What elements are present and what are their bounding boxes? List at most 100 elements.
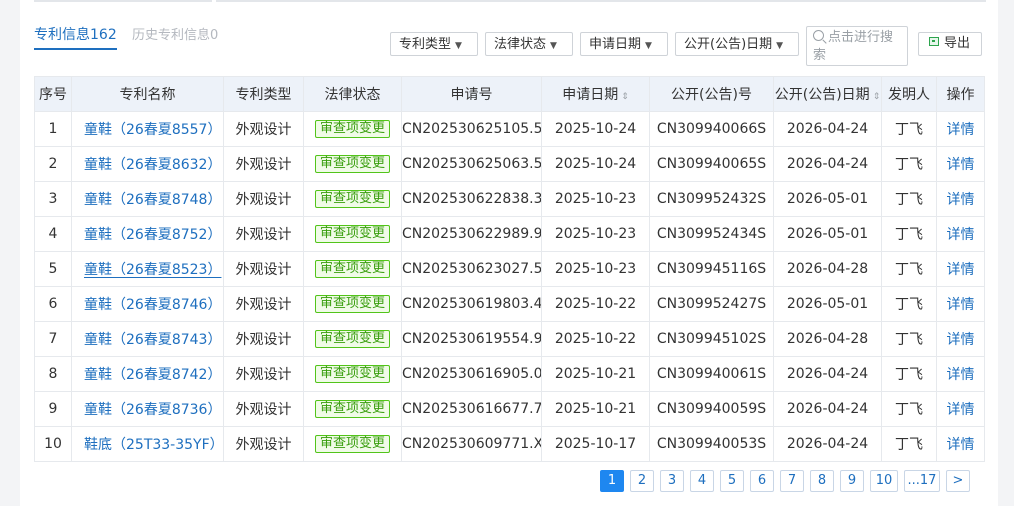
- page-button-4[interactable]: 4: [690, 470, 714, 492]
- detail-link[interactable]: 详情: [947, 262, 975, 278]
- patent-name-link[interactable]: 童鞋（26春夏8752）: [84, 227, 221, 243]
- table-row: 6 童鞋（26春夏8746） 外观设计 审查项变更 CN202530619803.4 20…: [34, 286, 985, 322]
- cell-application-date: 2025-10-23: [541, 216, 650, 252]
- header-pub-date[interactable]: 公开(公告)日期 ⇕: [773, 76, 882, 112]
- cell-patent-name-link: 童鞋（26春夏8557）: [71, 111, 224, 147]
- cell-inventor: 丁飞: [881, 321, 937, 357]
- cell-application-date: 2025-10-24: [541, 146, 650, 182]
- patent-name-link[interactable]: 童鞋（26春夏8748）: [84, 192, 221, 208]
- page-button-7[interactable]: 7: [780, 470, 804, 492]
- page-button-6[interactable]: 6: [750, 470, 774, 492]
- page-button-9[interactable]: 9: [840, 470, 864, 492]
- cell-publication-date: 2026-05-01: [773, 286, 882, 322]
- cell-publication-number: CN309940061S: [649, 356, 774, 392]
- status-badge: 审查项变更: [314, 190, 390, 208]
- cell-patent-type: 外观设计: [223, 216, 304, 252]
- detail-link[interactable]: 详情: [947, 192, 975, 208]
- header-app-date[interactable]: 申请日期 ⇕: [541, 76, 650, 112]
- header-inventor: 发明人: [881, 76, 937, 112]
- header-app-date-label: 申请日期: [562, 87, 619, 103]
- table-row: 3 童鞋（26春夏8748） 外观设计 审查项变更 CN202530622838.3 20…: [34, 181, 985, 217]
- detail-link[interactable]: 详情: [947, 227, 975, 243]
- patent-name-link[interactable]: 童鞋（26春夏8736）: [84, 402, 221, 418]
- cell-row-index: 3: [34, 181, 72, 217]
- patent-name-link[interactable]: 鞋底（25T33-35YF）: [84, 437, 223, 453]
- cell-patent-name-link: 童鞋（26春夏8742）: [71, 356, 224, 392]
- cell-detail-link: 详情: [936, 181, 985, 217]
- cell-inventor: 丁飞: [881, 391, 937, 427]
- detail-link[interactable]: 详情: [947, 437, 975, 453]
- cell-detail-link: 详情: [936, 286, 985, 322]
- page-button-8[interactable]: 8: [810, 470, 834, 492]
- cell-inventor: 丁飞: [881, 251, 937, 287]
- search-input[interactable]: 点击进行搜索: [806, 26, 908, 66]
- status-badge: 审查项变更: [314, 400, 390, 418]
- patent-name-link[interactable]: 童鞋（26春夏8632）: [84, 157, 221, 173]
- next-page-button[interactable]: >: [946, 470, 970, 492]
- tab-patent-info[interactable]: 专利信息162: [34, 24, 117, 50]
- patent-name-link[interactable]: 童鞋（26春夏8742）: [84, 367, 221, 383]
- page-button-10[interactable]: 10: [870, 470, 898, 492]
- page-button-5[interactable]: 5: [720, 470, 744, 492]
- cell-status-badge: 审查项变更: [303, 391, 402, 427]
- cell-publication-date: 2026-05-01: [773, 181, 882, 217]
- status-badge: 审查项变更: [314, 120, 390, 138]
- cell-publication-date: 2026-04-24: [773, 391, 882, 427]
- cell-application-number: CN202530623027.5: [401, 251, 542, 287]
- cell-row-index: 2: [34, 146, 72, 182]
- patent-name-link[interactable]: 童鞋（26春夏8746）: [84, 297, 221, 313]
- cell-application-number: CN202530625105.5: [401, 111, 542, 147]
- legal-status-label: 法律状态: [494, 37, 547, 52]
- page-button-2[interactable]: 2: [630, 470, 654, 492]
- table-row: 7 童鞋（26春夏8743） 外观设计 审查项变更 CN202530619554.9 20…: [34, 321, 985, 357]
- detail-link[interactable]: 详情: [947, 367, 975, 383]
- cell-application-date: 2025-10-21: [541, 356, 650, 392]
- cell-application-date: 2025-10-24: [541, 111, 650, 147]
- detail-link[interactable]: 详情: [947, 157, 975, 173]
- tab-history-patent-info[interactable]: 历史专利信息0: [132, 24, 218, 43]
- detail-link[interactable]: 详情: [947, 332, 975, 348]
- cell-status-badge: 审查项变更: [303, 356, 402, 392]
- cell-application-date: 2025-10-21: [541, 391, 650, 427]
- search-placeholder: 点击进行搜索: [813, 30, 894, 63]
- header-pub-date-label: 公开(公告)日期: [774, 87, 870, 103]
- export-button[interactable]: 导出: [918, 32, 982, 56]
- page-button-1[interactable]: 1: [600, 470, 624, 492]
- cell-status-badge: 审查项变更: [303, 216, 402, 252]
- page-button-3[interactable]: 3: [660, 470, 684, 492]
- patent-name-link[interactable]: 童鞋（26春夏8523）: [84, 262, 221, 278]
- cell-application-number: CN202530622838.3: [401, 181, 542, 217]
- detail-link[interactable]: 详情: [947, 297, 975, 313]
- publish-date-label: 公开(公告)日期: [684, 37, 773, 52]
- cell-application-date: 2025-10-17: [541, 426, 650, 462]
- publish-date-dropdown[interactable]: 公开(公告)日期 ▼: [675, 32, 799, 56]
- page-button-11[interactable]: ...17: [904, 470, 940, 492]
- cell-patent-name-link: 童鞋（26春夏8736）: [71, 391, 224, 427]
- cell-patent-type: 外观设计: [223, 391, 304, 427]
- apply-date-dropdown[interactable]: 申请日期 ▼: [580, 32, 668, 56]
- cell-publication-number: CN309940059S: [649, 391, 774, 427]
- cell-patent-type: 外观设计: [223, 111, 304, 147]
- cell-inventor: 丁飞: [881, 181, 937, 217]
- cell-application-number: CN202530625063.5: [401, 146, 542, 182]
- patent-name-link[interactable]: 童鞋（26春夏8557）: [84, 122, 221, 138]
- header-status: 法律状态: [303, 76, 402, 112]
- cell-row-index: 7: [34, 321, 72, 357]
- cell-detail-link: 详情: [936, 251, 985, 287]
- status-badge: 审查项变更: [314, 435, 390, 453]
- detail-link[interactable]: 详情: [947, 122, 975, 138]
- cell-application-date: 2025-10-23: [541, 181, 650, 217]
- cell-detail-link: 详情: [936, 146, 985, 182]
- export-label: 导出: [944, 36, 971, 51]
- cell-status-badge: 审查项变更: [303, 286, 402, 322]
- status-badge: 审查项变更: [314, 365, 390, 383]
- cell-publication-number: CN309952427S: [649, 286, 774, 322]
- cell-row-index: 5: [34, 251, 72, 287]
- status-badge: 审查项变更: [314, 155, 390, 173]
- cell-row-index: 10: [34, 426, 72, 462]
- legal-status-dropdown[interactable]: 法律状态 ▼: [485, 32, 573, 56]
- detail-link[interactable]: 详情: [947, 402, 975, 418]
- status-badge: 审查项变更: [314, 260, 390, 278]
- patent-name-link[interactable]: 童鞋（26春夏8743）: [84, 332, 221, 348]
- patent-type-dropdown[interactable]: 专利类型 ▼: [390, 32, 478, 56]
